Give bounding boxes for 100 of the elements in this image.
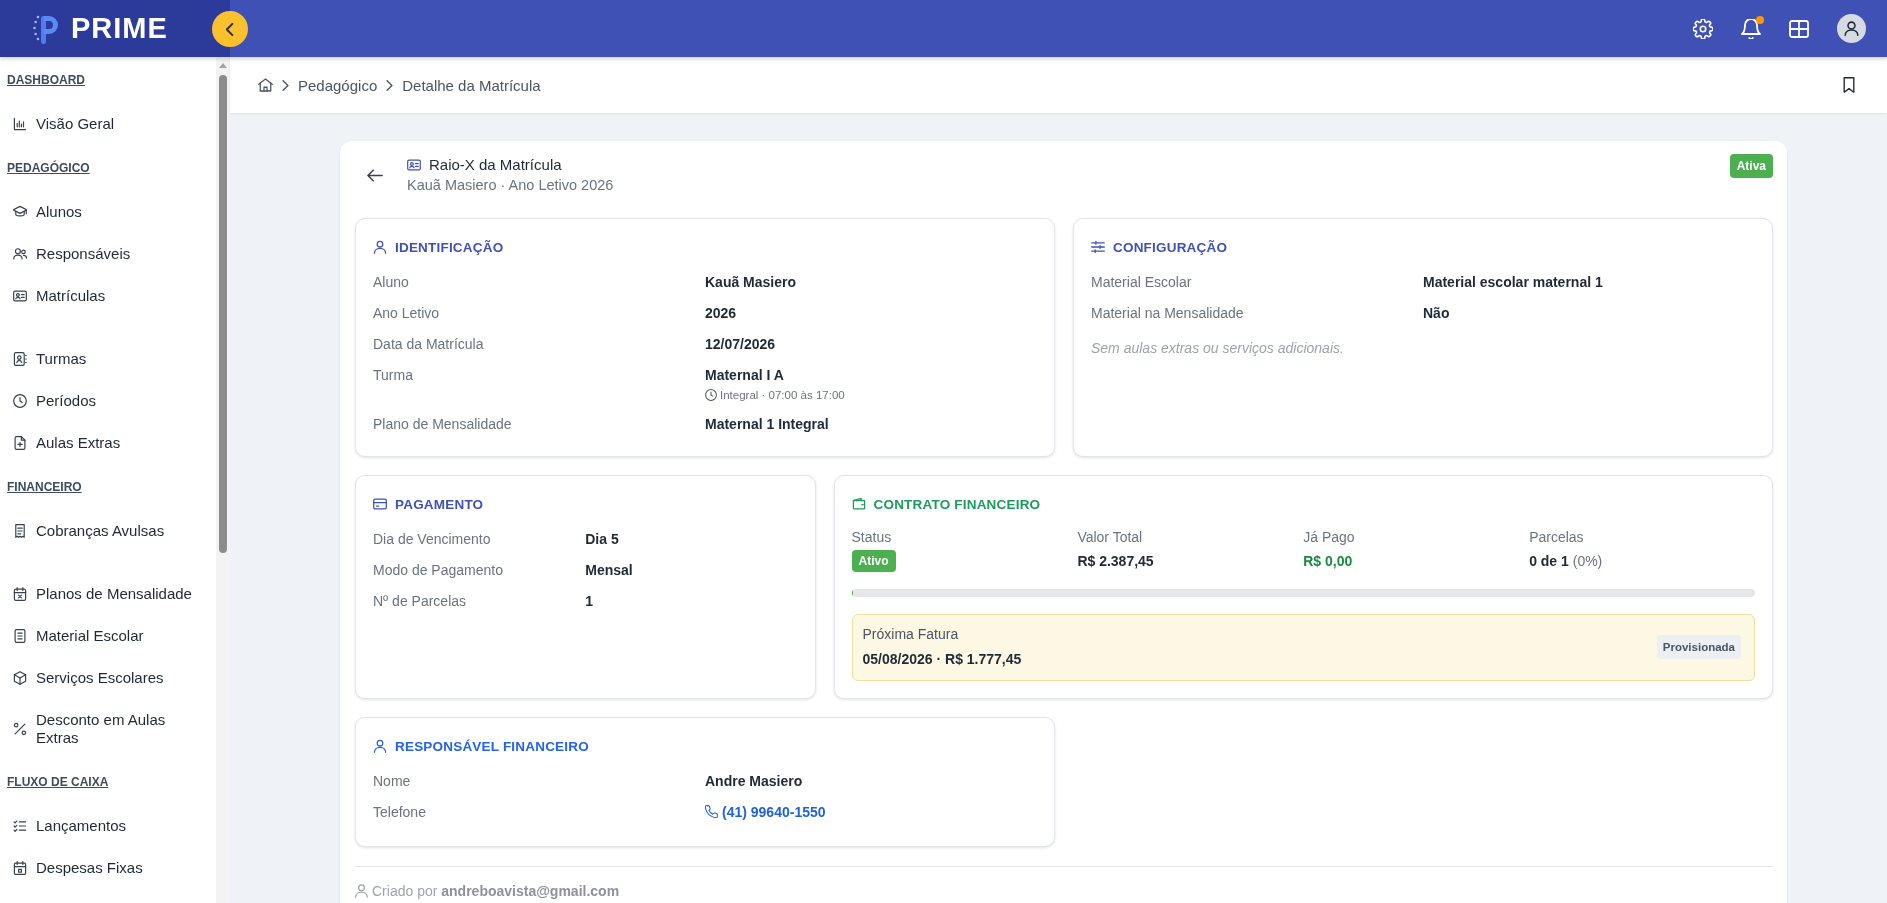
field-detail: Integral · 07:00 às 17:00 xyxy=(720,387,845,403)
breadcrumb-current: Detalhe da Matrícula xyxy=(402,76,541,94)
clock-icon xyxy=(705,388,717,401)
sidebar-item[interactable]: Aulas Extras xyxy=(0,422,216,464)
stat-value: R$ 2.387,45 xyxy=(1077,553,1154,569)
field-label: Nº de Parcelas xyxy=(373,591,468,611)
sidebar-toggle-button[interactable] xyxy=(212,11,248,47)
stat-label: Parcelas xyxy=(1529,528,1585,547)
field-value: Maternal 1 Integral xyxy=(705,415,829,432)
sidebar-item[interactable]: Cobranças Avulsas xyxy=(0,510,216,552)
calendar-icon xyxy=(13,861,27,875)
sidebar-item[interactable]: Matrículas xyxy=(0,275,216,317)
field-value: 1 xyxy=(585,592,594,609)
field-label: Nome xyxy=(373,771,412,791)
field-label: Dia de Vencimento xyxy=(373,529,492,549)
phone-icon xyxy=(705,805,718,818)
field-label: Material Escolar xyxy=(1091,272,1193,292)
field-value: Kauã Masiero xyxy=(705,273,797,290)
sidebar-section-title: DASHBOARD xyxy=(6,72,86,89)
bookmark-icon[interactable] xyxy=(1843,77,1855,93)
field-label: Telefone xyxy=(373,802,427,822)
brand-name: PRIME xyxy=(71,12,168,45)
field-value: 12/07/2026 xyxy=(705,335,776,352)
invoice-status-badge: Provisionada xyxy=(1656,634,1741,659)
grid-icon[interactable] xyxy=(1789,18,1809,39)
scrollbar-thumb[interactable] xyxy=(219,75,227,553)
graduation-cap-icon xyxy=(13,205,27,219)
clock-icon xyxy=(13,394,27,408)
status-badge: Ativo xyxy=(851,550,896,572)
field-value: Andre Masiero xyxy=(705,772,803,789)
id-card-icon xyxy=(407,159,421,171)
created-by-text: Criado por andreboavista@gmail.com xyxy=(372,881,620,900)
card-title: CONFIGURAÇÃO xyxy=(1113,239,1228,255)
sidebar-item[interactable]: Lançamentos xyxy=(0,805,216,847)
contact-book-icon xyxy=(13,352,27,366)
settings-icon[interactable] xyxy=(1693,18,1713,39)
credit-card-icon xyxy=(373,497,387,511)
field-label: Material na Mensalidade xyxy=(1091,303,1245,323)
stat-value: 0 de 1 (0%) xyxy=(1529,553,1603,569)
stat-label: Valor Total xyxy=(1077,528,1144,547)
breadcrumb-link[interactable]: Pedagógico xyxy=(298,76,378,94)
bell-icon[interactable] xyxy=(1741,18,1761,39)
chevron-right-icon xyxy=(386,79,394,91)
field-value: Maternal I A xyxy=(705,366,784,383)
person-icon xyxy=(373,739,387,753)
note-text: Sem aulas extras ou serviços adicionais. xyxy=(1091,339,1345,358)
field-value: Mensal xyxy=(585,561,633,578)
sidebar-item[interactable]: Desconto em Aulas Extras xyxy=(0,699,216,759)
person-icon xyxy=(373,240,387,254)
bar-chart-icon xyxy=(13,117,27,131)
stat-label: Já Pago xyxy=(1303,528,1356,547)
card-title: PAGAMENTO xyxy=(395,496,484,512)
status-badge: Ativa xyxy=(1729,154,1773,178)
field-value: 2026 xyxy=(705,304,737,321)
field-value: Dia 5 xyxy=(585,530,619,547)
sidebar-item[interactable]: Alunos xyxy=(0,191,216,233)
sidebar-item[interactable]: Turmas xyxy=(0,338,216,380)
receipt-icon xyxy=(13,524,27,538)
field-label: Aluno xyxy=(373,272,410,292)
sidebar-item[interactable]: Material Escolar xyxy=(0,615,216,657)
id-card-icon xyxy=(13,289,27,303)
chevron-right-icon xyxy=(282,79,289,91)
avatar-icon[interactable] xyxy=(1837,14,1866,43)
home-icon[interactable] xyxy=(258,78,273,92)
people-icon xyxy=(13,247,27,261)
page-subtitle: Kauã Masiero · Ano Letivo 2026 xyxy=(407,176,614,195)
wallet-icon xyxy=(851,497,866,511)
sidebar-section-title: FINANCEIRO xyxy=(6,479,83,496)
field-label: Data da Matrícula xyxy=(373,334,485,354)
field-value: Não xyxy=(1423,304,1450,321)
card-title: IDENTIFICAÇÃO xyxy=(395,239,504,255)
checklist-icon xyxy=(13,819,27,833)
person-icon xyxy=(355,883,368,898)
card-title: CONTRATO FINANCEIRO xyxy=(873,496,1041,512)
sidebar-item[interactable]: Períodos xyxy=(0,380,216,422)
sidebar-section-title: FLUXO DE CAIXA xyxy=(6,774,110,791)
field-label: Ano Letivo xyxy=(373,303,441,323)
stat-value: R$ 0,00 xyxy=(1303,553,1353,569)
stat-label: Status xyxy=(851,528,893,547)
sidebar-item[interactable]: Visão Geral xyxy=(0,103,216,145)
field-value: Material escolar maternal 1 xyxy=(1423,273,1603,290)
back-arrow-icon[interactable] xyxy=(367,169,383,182)
sidebar-item[interactable]: Serviços Escolares xyxy=(0,657,216,699)
sliders-icon xyxy=(1091,240,1105,254)
sidebar-item[interactable]: Despesas Fixas xyxy=(0,847,216,889)
cube-icon xyxy=(13,671,27,685)
sidebar-item[interactable]: Planos de Mensalidade xyxy=(0,573,216,615)
notebook-icon xyxy=(13,629,27,643)
card-title: RESPONSÁVEL FINANCEIRO xyxy=(395,738,589,754)
invoice-label: Próxima Fatura xyxy=(862,625,960,644)
percent-icon xyxy=(13,722,27,736)
phone-link[interactable]: (41) 99640-1550 xyxy=(705,801,826,822)
chevron-left-icon xyxy=(226,22,234,36)
sidebar-item[interactable]: Responsáveis xyxy=(0,233,216,275)
field-label: Modo de Pagamento xyxy=(373,560,504,580)
file-plus-icon xyxy=(13,436,27,450)
invoice-value: 05/08/2026 · R$ 1.777,45 xyxy=(862,650,1022,669)
calendar-x-icon xyxy=(13,587,27,601)
field-label: Turma xyxy=(373,365,414,385)
field-label: Plano de Mensalidade xyxy=(373,414,513,434)
